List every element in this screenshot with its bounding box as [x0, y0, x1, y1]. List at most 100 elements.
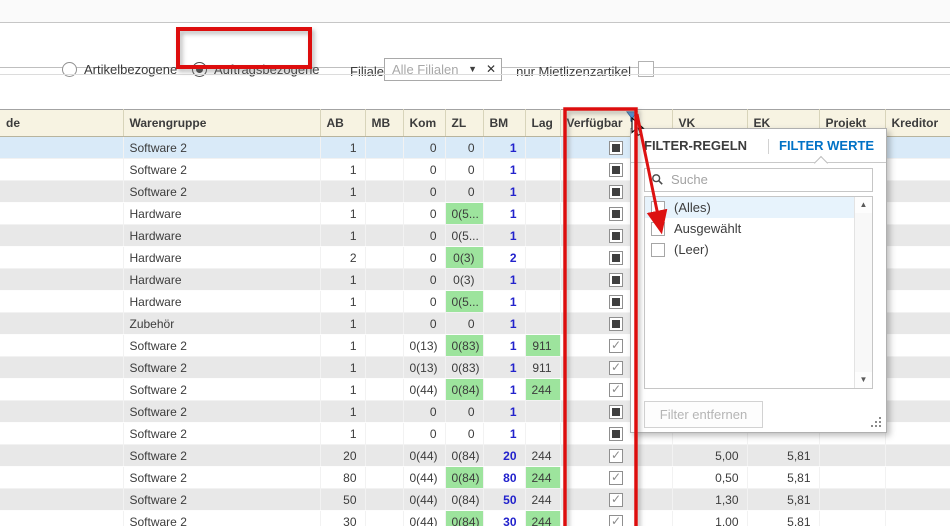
cell-zl: 0(84) [445, 379, 483, 401]
cell-bm: 1 [483, 181, 525, 203]
filter-values-list: (Alles) Ausgewählt (Leer) ▲ ▼ [644, 196, 873, 389]
remove-filter-button[interactable]: Filter entfernen [644, 401, 763, 428]
cell-ab: 30 [320, 511, 365, 526]
scroll-up-icon[interactable]: ▲ [855, 197, 872, 213]
cell-mb [365, 335, 403, 357]
cell-wg: Software 2 [123, 511, 320, 526]
cell-ab: 1 [320, 269, 365, 291]
verfuegbar-checkbox[interactable] [609, 361, 623, 375]
column-header-kom[interactable]: Kom [403, 110, 445, 137]
verfuegbar-checkbox[interactable] [609, 185, 623, 199]
verfuegbar-checkbox[interactable] [609, 273, 623, 287]
filter-value-checkbox[interactable] [651, 222, 665, 236]
cell-wg: Hardware [123, 203, 320, 225]
filiale-dropdown[interactable]: Alle Filialen ▼ ✕ [384, 58, 502, 81]
column-header-zl[interactable]: ZL [445, 110, 483, 137]
verfuegbar-checkbox[interactable] [609, 405, 623, 419]
cell-wg: Software 2 [123, 181, 320, 203]
column-header-wg[interactable]: Warengruppe [123, 110, 320, 137]
cell-zl: 0(5... [445, 291, 483, 313]
cell-bm: 20 [483, 445, 525, 467]
filter-value-label: (Leer) [674, 242, 709, 257]
verfuegbar-checkbox[interactable] [609, 141, 623, 155]
column-header-mb[interactable]: MB [365, 110, 403, 137]
resize-grip[interactable] [870, 416, 882, 428]
cell-chk [560, 489, 672, 511]
scroll-down-icon[interactable]: ▼ [855, 372, 872, 388]
cell-ab: 1 [320, 313, 365, 335]
verfuegbar-checkbox[interactable] [609, 427, 623, 441]
cell-kred [885, 203, 950, 225]
cell-code [0, 423, 123, 445]
verfuegbar-checkbox[interactable] [609, 339, 623, 353]
cell-vk: 0,50 [672, 467, 747, 489]
cell-wg: Software 2 [123, 489, 320, 511]
cell-bm: 1 [483, 159, 525, 181]
verfuegbar-checkbox[interactable] [609, 383, 623, 397]
table-row[interactable]: Software 2500(44)0(84)502441,305,81 [0, 489, 950, 511]
cell-kred [885, 335, 950, 357]
scrollbar[interactable]: ▲ ▼ [854, 197, 872, 388]
search-input[interactable] [669, 171, 868, 188]
column-header-ab[interactable]: AB [320, 110, 365, 137]
cell-zl: 0 [445, 313, 483, 335]
column-header-kred[interactable]: Kreditor [885, 110, 950, 137]
cell-ek: 5,81 [747, 445, 819, 467]
cell-code [0, 401, 123, 423]
cell-bm: 1 [483, 137, 525, 159]
tab-filter-regeln[interactable]: FILTER-REGELN [644, 138, 747, 153]
cell-ab: 20 [320, 445, 365, 467]
tab-filter-werte[interactable]: FILTER WERTE [779, 138, 874, 153]
cell-code [0, 225, 123, 247]
table-row[interactable]: Software 2300(44)0(84)302441,005,81 [0, 511, 950, 526]
column-header-lag[interactable]: Lag [525, 110, 560, 137]
table-row[interactable]: Software 2800(44)0(84)802440,505,81 [0, 467, 950, 489]
filter-value-item[interactable]: Ausgewählt [645, 218, 872, 239]
cell-mb [365, 489, 403, 511]
filter-value-label: (Alles) [674, 200, 711, 215]
column-header-code[interactable]: de [0, 110, 123, 137]
cell-bm: 50 [483, 489, 525, 511]
column-header-bm[interactable]: BM [483, 110, 525, 137]
cell-lag [525, 247, 560, 269]
cell-lag [525, 313, 560, 335]
cell-vk: 1,00 [672, 511, 747, 526]
verfuegbar-checkbox[interactable] [609, 295, 623, 309]
cell-chk [560, 445, 672, 467]
chevron-down-icon[interactable]: ▼ [468, 64, 477, 74]
filter-value-item[interactable]: (Alles) [645, 197, 872, 218]
cell-ab: 80 [320, 467, 365, 489]
cell-kom: 0(44) [403, 445, 445, 467]
verfuegbar-checkbox[interactable] [609, 317, 623, 331]
filter-value-checkbox[interactable] [651, 243, 665, 257]
cell-code [0, 203, 123, 225]
filter-value-checkbox[interactable] [651, 201, 665, 215]
cell-ab: 1 [320, 225, 365, 247]
cell-kom: 0 [403, 159, 445, 181]
verfuegbar-checkbox[interactable] [609, 449, 623, 463]
cell-zl: 0 [445, 401, 483, 423]
verfuegbar-checkbox[interactable] [609, 163, 623, 177]
cell-zl: 0(5... [445, 225, 483, 247]
table-row[interactable]: Software 2200(44)0(84)202445,005,81 [0, 445, 950, 467]
verfuegbar-checkbox[interactable] [609, 493, 623, 507]
cell-kred [885, 467, 950, 489]
verfuegbar-checkbox[interactable] [609, 471, 623, 485]
verfuegbar-checkbox[interactable] [609, 229, 623, 243]
cell-code [0, 313, 123, 335]
verfuegbar-checkbox[interactable] [609, 251, 623, 265]
cell-wg: Software 2 [123, 335, 320, 357]
cell-kom: 0 [403, 203, 445, 225]
cell-kom: 0 [403, 269, 445, 291]
cell-kred [885, 137, 950, 159]
cell-kred [885, 511, 950, 526]
cell-bm: 1 [483, 401, 525, 423]
verfuegbar-checkbox[interactable] [609, 207, 623, 221]
cell-code [0, 247, 123, 269]
cell-zl: 0 [445, 423, 483, 445]
filter-search-box[interactable] [644, 168, 873, 192]
cell-ab: 1 [320, 181, 365, 203]
cell-bm: 1 [483, 203, 525, 225]
verfuegbar-checkbox[interactable] [609, 515, 623, 526]
filter-value-item[interactable]: (Leer) [645, 239, 872, 260]
